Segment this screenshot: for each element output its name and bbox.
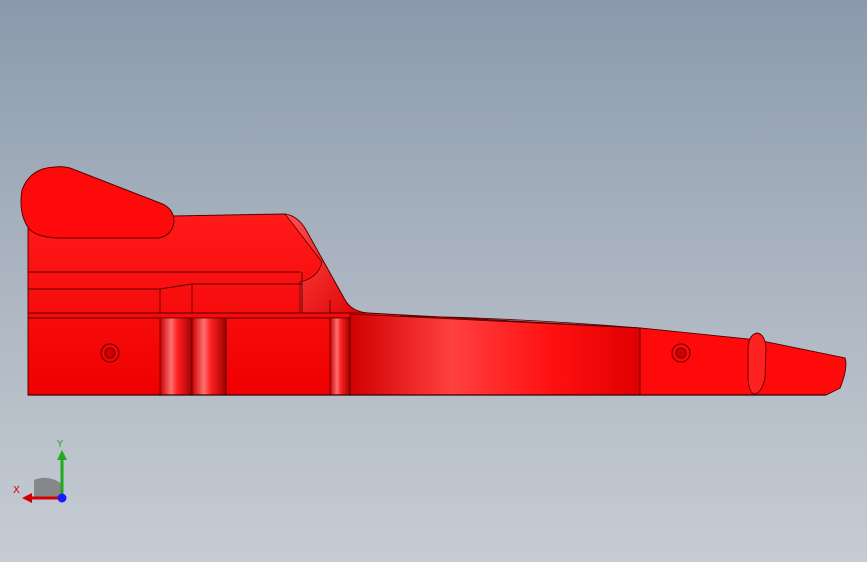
y-axis-label: Y [57, 439, 64, 450]
nose-section [349, 313, 641, 396]
nose-tip [639, 327, 847, 396]
triad-plane-icon [34, 477, 62, 498]
x-axis-head-icon [22, 493, 32, 503]
graphics-viewport[interactable]: Y X [0, 0, 867, 562]
orientation-triad[interactable]: Y X [10, 440, 80, 510]
nose-cap [747, 332, 767, 395]
x-axis-label: X [13, 485, 20, 496]
cylinder-mid [191, 317, 227, 396]
z-axis-dot-icon [57, 493, 67, 503]
cylinder-left [159, 317, 193, 396]
cylinder-right [329, 317, 351, 396]
part-model[interactable] [0, 0, 867, 562]
top-fin[interactable] [20, 166, 175, 239]
y-axis-head-icon [57, 450, 67, 460]
